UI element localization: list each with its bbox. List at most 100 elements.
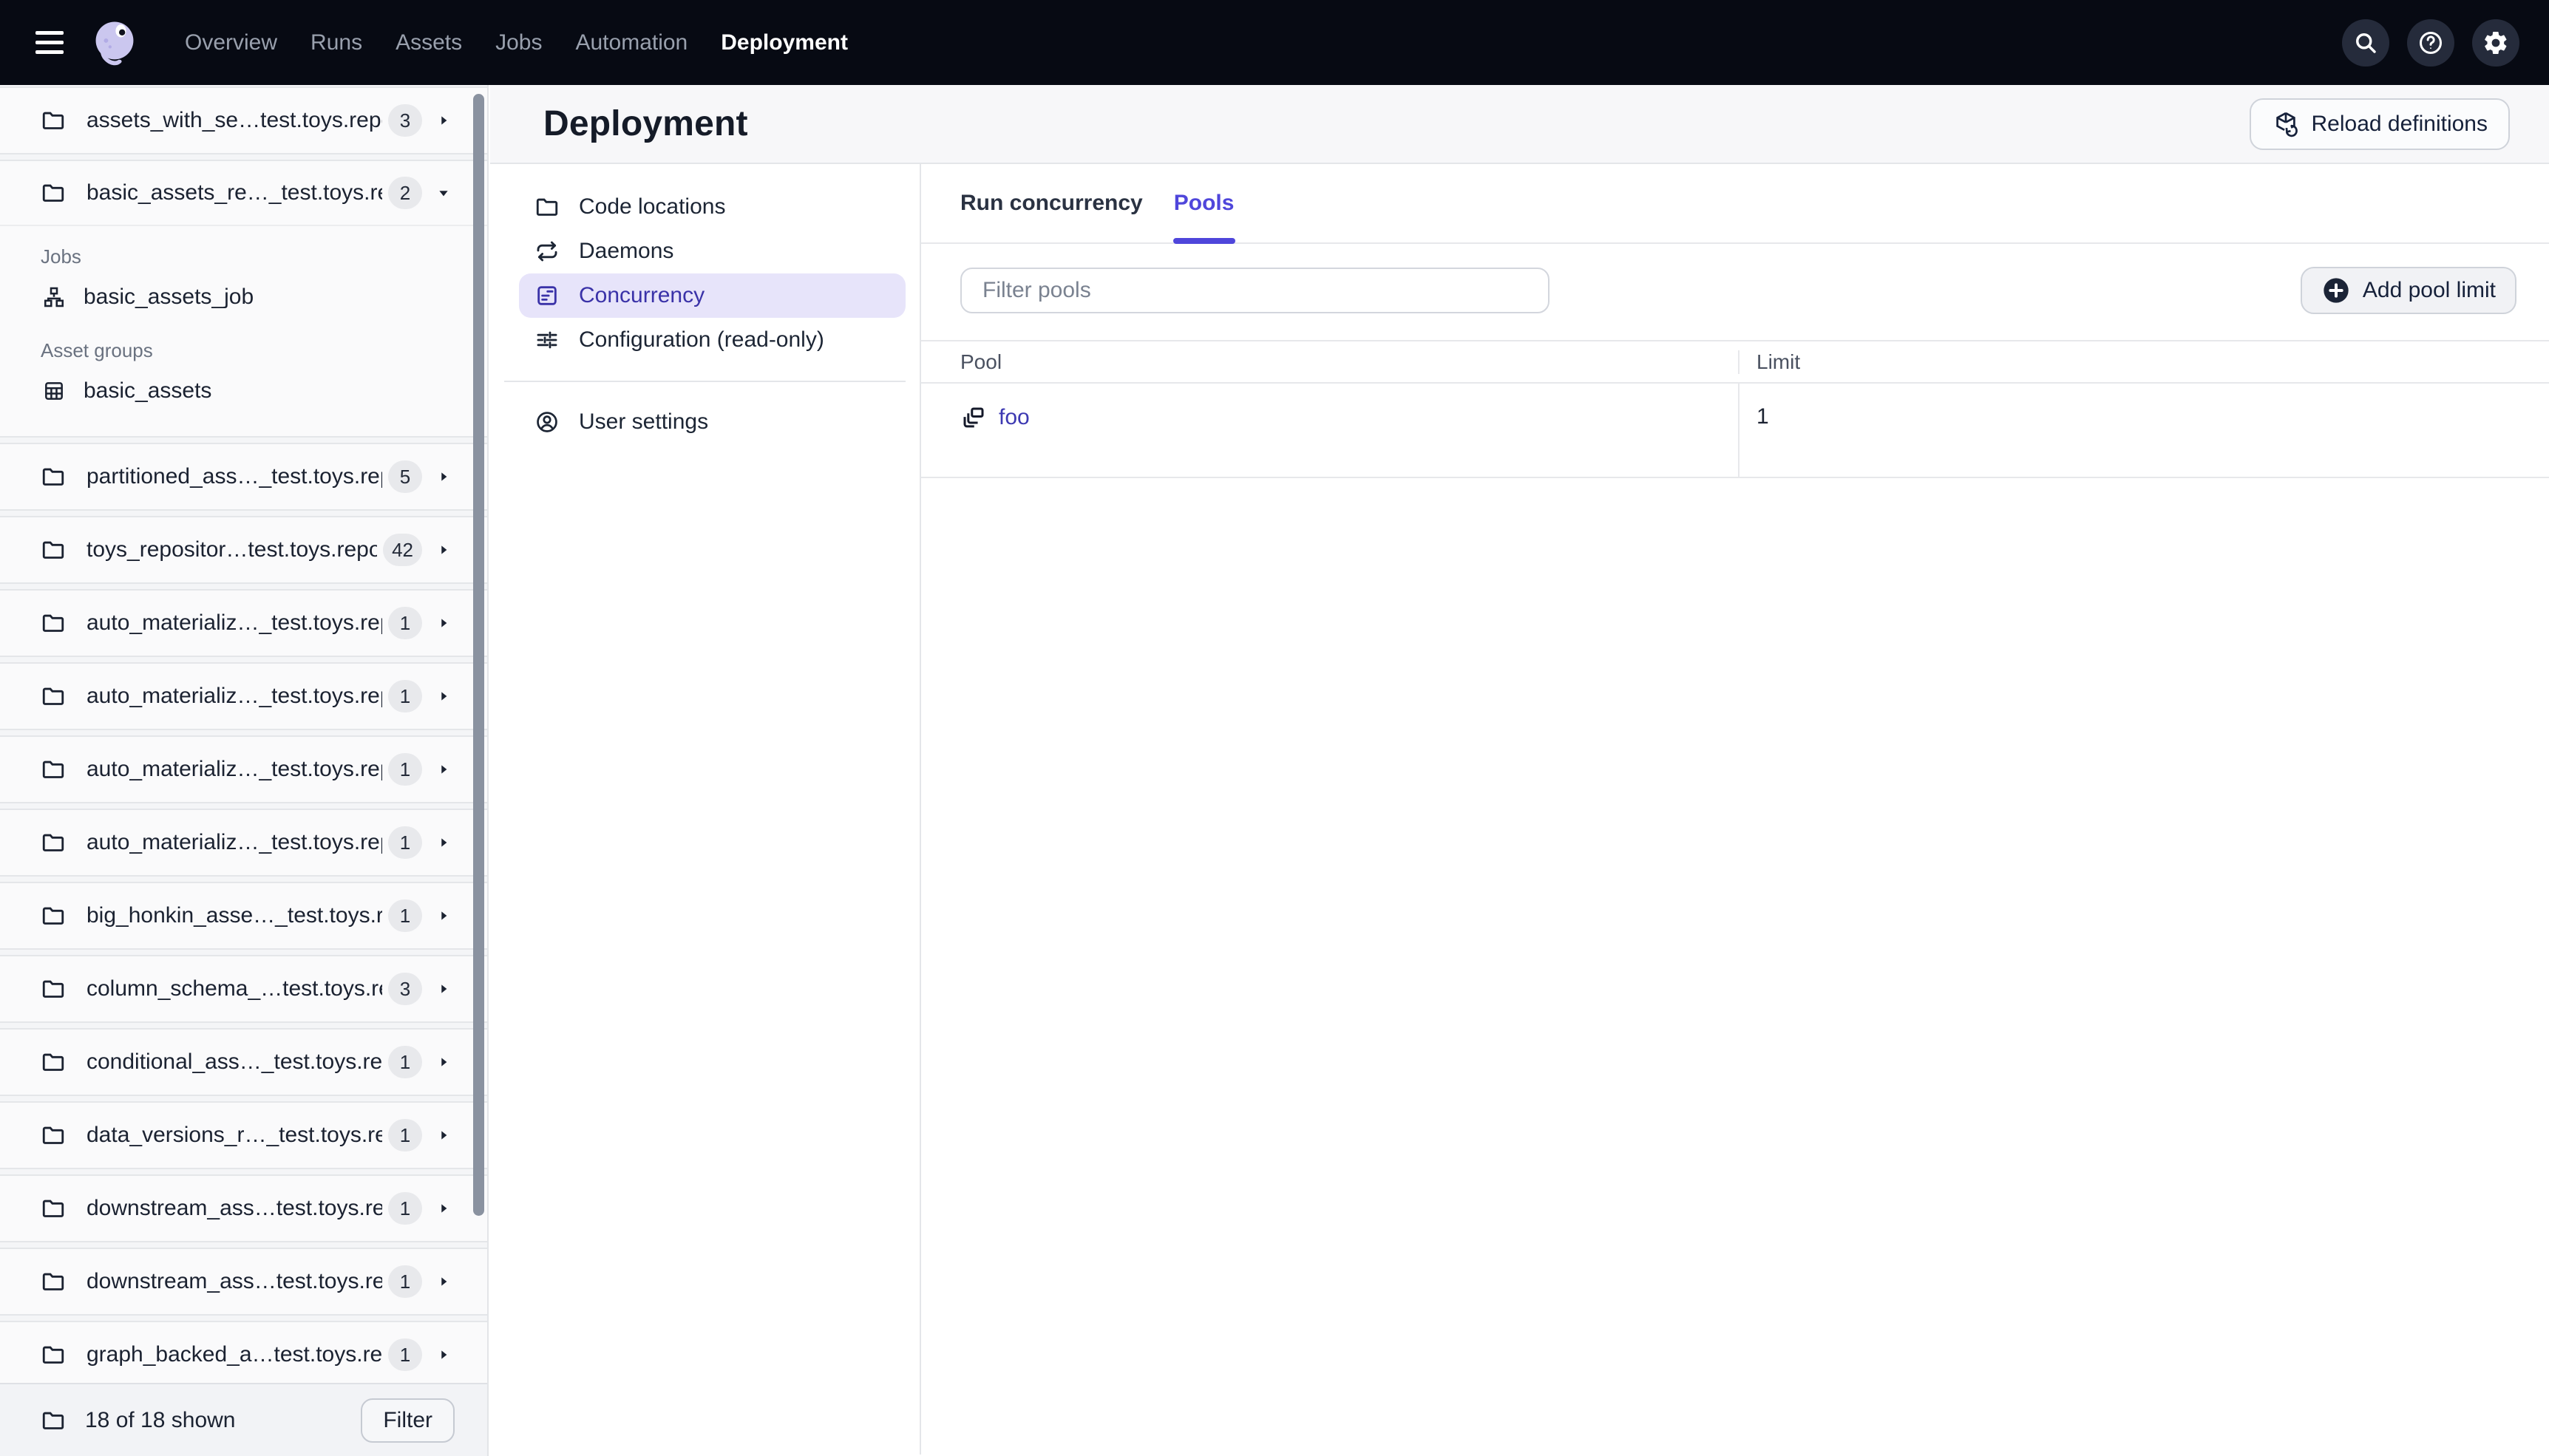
code-location-section: data_versions_r…_test.toys.rep 1 <box>0 1101 487 1169</box>
code-location-row[interactable]: conditional_ass…_test.toys.repo 1 <box>0 1030 487 1095</box>
chevron-right-icon[interactable] <box>434 687 453 706</box>
help-button[interactable] <box>2407 18 2454 67</box>
folder-icon <box>42 761 64 778</box>
tab-run-concurrency[interactable]: Run concurrency <box>960 164 1143 242</box>
user-icon <box>534 409 560 435</box>
asset-count-badge: 1 <box>388 680 422 712</box>
code-location-section: auto_materializ…_test.toys.repo 1 <box>0 735 487 803</box>
code-location-label: downstream_ass…test.toys.rep <box>86 1196 382 1220</box>
chevron-right-icon[interactable] <box>434 1199 453 1218</box>
code-location-label: partitioned_ass…_test.toys.rep <box>86 464 382 489</box>
pool-link[interactable]: foo <box>960 404 1030 431</box>
code-location-label: data_versions_r…_test.toys.rep <box>86 1123 382 1147</box>
code-location-row[interactable]: auto_materializ…_test.toys.repo 1 <box>0 737 487 802</box>
settings-button[interactable] <box>2472 18 2519 67</box>
subnav-item-configuration-read-only-[interactable]: Configuration (read-only) <box>519 318 906 362</box>
folder-icon <box>41 537 66 562</box>
chevron-down-icon[interactable] <box>434 183 453 203</box>
folder-icon <box>42 980 64 998</box>
job-item[interactable]: basic_assets_job <box>0 274 487 320</box>
code-location-section: auto_materializ…_test.toys.repo 1 <box>0 589 487 657</box>
subnav-item-daemons[interactable]: Daemons <box>519 229 906 273</box>
user-icon <box>537 412 557 432</box>
filter-button[interactable]: Filter <box>361 1398 455 1443</box>
add-pool-limit-button[interactable]: Add pool limit <box>2300 267 2516 314</box>
code-location-row[interactable]: column_schema_…test.toys.rep 3 <box>0 956 487 1021</box>
code-location-row[interactable]: toys_repositor…test.toys.repo 42 <box>0 517 487 582</box>
sidebar-scrollbar[interactable] <box>473 94 484 1216</box>
code-location-row[interactable]: downstream_ass…test.toys.rep 1 <box>0 1176 487 1241</box>
chevron-right-icon[interactable] <box>434 833 453 852</box>
top-nav-item-overview[interactable]: Overview <box>185 30 277 55</box>
folder-icon <box>536 198 558 216</box>
top-nav-item-jobs[interactable]: Jobs <box>495 30 542 55</box>
code-location-row[interactable]: big_honkin_asse…_test.toys.rep 1 <box>0 883 487 948</box>
folder-icon <box>41 1196 66 1221</box>
subnav-item-concurrency[interactable]: Concurrency <box>519 273 906 318</box>
pool-cell: foo <box>921 384 1738 477</box>
code-location-row[interactable]: partitioned_ass…_test.toys.rep 5 <box>0 444 487 509</box>
folder-icon <box>42 1346 64 1364</box>
config-icon <box>537 331 557 349</box>
chevron-right-icon[interactable] <box>434 906 453 925</box>
subnav-item-user-settings[interactable]: User settings <box>519 400 906 444</box>
chevron-right-icon[interactable] <box>434 540 453 559</box>
code-location-label: auto_materializ…_test.toys.repo <box>86 757 382 781</box>
menu-icon[interactable] <box>35 25 64 60</box>
code-location-row[interactable]: auto_materializ…_test.toys.repo 1 <box>0 591 487 656</box>
top-nav-item-deployment[interactable]: Deployment <box>721 30 848 55</box>
tab-pools[interactable]: Pools <box>1174 164 1235 242</box>
folder-icon <box>42 834 64 851</box>
search-button[interactable] <box>2342 18 2389 67</box>
asset-group-item[interactable]: basic_assets <box>0 368 487 414</box>
pool-table-row: foo 1 <box>921 384 2549 478</box>
folder-icon <box>41 1123 66 1148</box>
code-location-row[interactable]: data_versions_r…_test.toys.rep 1 <box>0 1103 487 1168</box>
folder-icon <box>41 757 66 782</box>
code-location-row[interactable]: assets_with_se…test.toys.repo 3 <box>0 88 487 153</box>
code-location-label: graph_backed_a…test.toys.repo <box>86 1342 382 1367</box>
chevron-right-icon[interactable] <box>434 1052 453 1072</box>
code-location-section: graph_backed_a…test.toys.repo 1 <box>0 1321 487 1389</box>
folder-icon <box>42 1053 64 1071</box>
asset-count-badge: 1 <box>388 1338 422 1371</box>
dagster-logo-icon[interactable] <box>87 16 142 70</box>
top-nav-item-runs[interactable]: Runs <box>310 30 362 55</box>
subnav-item-code-locations[interactable]: Code locations <box>519 185 906 229</box>
concurrency-tabs: Run concurrency Pools <box>921 164 2549 244</box>
chevron-right-icon[interactable] <box>434 979 453 999</box>
chevron-right-icon[interactable] <box>434 613 453 633</box>
code-location-section: assets_with_se…test.toys.repo 3 <box>0 86 487 154</box>
asset-catalog-sidebar: assets_with_se…test.toys.repo 3 basic_asse… <box>0 85 489 1456</box>
top-nav-item-assets[interactable]: Assets <box>396 30 462 55</box>
filter-pools-input[interactable] <box>960 268 1550 313</box>
folder-icon <box>41 610 66 636</box>
folder-icon <box>41 830 66 855</box>
asset-count-badge: 1 <box>388 753 422 786</box>
chevron-right-icon[interactable] <box>434 1272 453 1291</box>
chevron-right-icon[interactable] <box>434 111 453 130</box>
asset-count-badge: 1 <box>388 1046 422 1078</box>
folder-icon <box>42 468 64 486</box>
chevron-right-icon[interactable] <box>434 1345 453 1364</box>
code-location-row[interactable]: graph_backed_a…test.toys.repo 1 <box>0 1322 487 1387</box>
chevron-right-icon[interactable] <box>434 1126 453 1145</box>
item-label: basic_assets <box>84 378 212 403</box>
chevron-right-icon[interactable] <box>434 467 453 486</box>
chevron-right-icon[interactable] <box>434 760 453 779</box>
code-location-row[interactable]: downstream_ass…test.toys.rep 1 <box>0 1249 487 1314</box>
reload-definitions-button[interactable]: Reload definitions <box>2249 98 2510 150</box>
pool-column-header: Pool <box>960 350 1002 373</box>
code-location-row[interactable]: auto_materializ…_test.toys.repo 1 <box>0 810 487 875</box>
asset-count-badge: 2 <box>388 177 422 209</box>
code-location-label: toys_repositor…test.toys.repo <box>86 537 378 562</box>
code-location-row[interactable]: basic_assets_re…_test.toys.rep 2 <box>0 161 487 226</box>
top-nav-actions <box>2342 18 2519 67</box>
subnav-item-label: Code locations <box>579 194 726 219</box>
code-location-label: auto_materializ…_test.toys.repo <box>86 684 382 708</box>
top-nav-item-automation[interactable]: Automation <box>575 30 688 55</box>
subnav-divider <box>504 381 906 382</box>
code-location-section: big_honkin_asse…_test.toys.rep 1 <box>0 882 487 950</box>
code-location-row[interactable]: auto_materializ…_test.toys.repo 1 <box>0 664 487 729</box>
folder-icon <box>534 194 560 220</box>
